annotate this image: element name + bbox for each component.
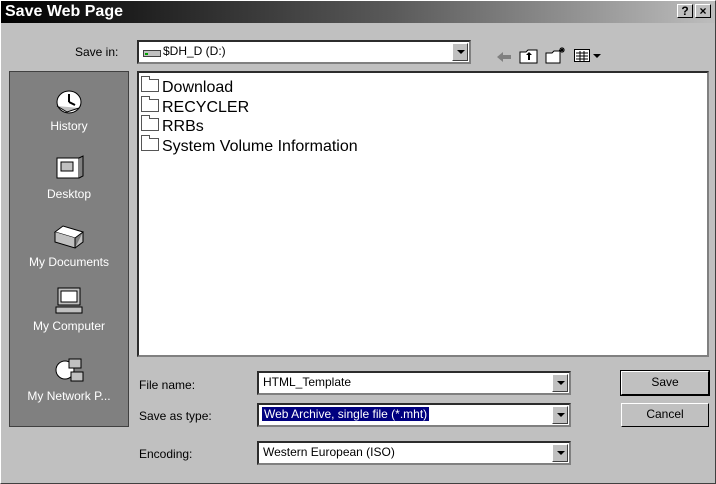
place-label: My Network P... xyxy=(27,389,111,403)
list-item[interactable]: Download xyxy=(141,76,233,97)
folder-icon xyxy=(141,96,159,112)
list-item[interactable]: System Volume Information xyxy=(141,135,358,156)
list-item[interactable]: RECYCLER xyxy=(141,96,249,117)
save-button[interactable]: Save xyxy=(620,370,710,396)
new-folder-icon[interactable] xyxy=(545,46,567,64)
place-label: History xyxy=(50,119,88,133)
file-name-value: HTML_Template xyxy=(263,375,352,389)
encoding-dropdown-arrow[interactable] xyxy=(552,444,568,462)
views-menu-icon[interactable] xyxy=(573,47,603,65)
place-label: My Documents xyxy=(28,255,110,269)
up-folder-icon[interactable] xyxy=(519,47,539,65)
encoding-dropdown[interactable]: Western European (ISO) xyxy=(257,441,571,465)
my-network-places-icon xyxy=(55,358,84,382)
save-in-dropdown[interactable]: $DH_D (D:) xyxy=(137,40,471,64)
places-bar: History Desktop My Documents My Computer… xyxy=(9,71,129,427)
desktop-icon xyxy=(56,155,84,179)
folder-icon xyxy=(141,135,159,151)
folder-icon xyxy=(141,115,159,131)
window-title: Save Web Page xyxy=(5,3,123,20)
save-in-dropdown-arrow[interactable] xyxy=(452,43,468,61)
back-arrow-icon[interactable] xyxy=(495,49,513,67)
list-item[interactable]: RRBs xyxy=(141,115,204,136)
place-my-network-places[interactable]: My Network P... xyxy=(10,356,128,403)
place-history[interactable]: History xyxy=(10,86,128,133)
file-name-input[interactable]: HTML_Template xyxy=(257,371,571,395)
my-computer-icon xyxy=(55,287,83,314)
save-web-page-dialog: Save Web Page ? × Save in: $DH_D (D:) Hi… xyxy=(0,0,716,484)
place-desktop[interactable]: Desktop xyxy=(10,154,128,201)
my-documents-icon xyxy=(53,225,85,249)
place-label: Desktop xyxy=(46,187,92,201)
cancel-button[interactable]: Cancel xyxy=(621,403,709,427)
file-list[interactable]: Download RECYCLER RRBs System Volume Inf… xyxy=(137,71,709,357)
save-as-type-value: Web Archive, single file (*.mht) xyxy=(262,407,430,421)
save-in-label: Save in: xyxy=(75,45,119,59)
file-name-dropdown-arrow[interactable] xyxy=(552,374,568,392)
save-as-type-dropdown[interactable]: Web Archive, single file (*.mht) xyxy=(257,403,571,427)
place-my-documents[interactable]: My Documents xyxy=(10,222,128,269)
file-name-label: File name: xyxy=(139,378,196,392)
place-label: My Computer xyxy=(32,319,106,333)
save-as-type-label: Save as type: xyxy=(139,409,212,423)
drive-icon xyxy=(143,50,161,57)
folder-icon xyxy=(141,76,159,92)
history-icon xyxy=(56,90,82,114)
place-my-computer[interactable]: My Computer xyxy=(10,286,128,333)
title-bar[interactable]: Save Web Page ? × xyxy=(1,1,715,23)
encoding-label: Encoding: xyxy=(139,447,193,461)
encoding-value: Western European (ISO) xyxy=(263,445,395,459)
save-as-type-dropdown-arrow[interactable] xyxy=(552,406,568,424)
save-in-value: $DH_D (D:) xyxy=(163,44,226,58)
close-button[interactable]: × xyxy=(695,4,711,18)
help-button[interactable]: ? xyxy=(677,4,693,18)
